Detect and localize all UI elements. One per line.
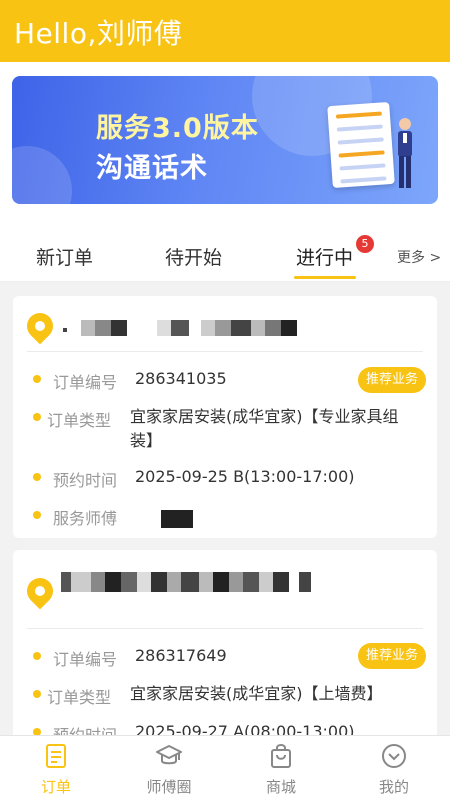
service-worker-label: 服务师傅: [53, 509, 118, 528]
order-type-value: 宜家家居安装(成华宜家)【上墙费】: [130, 684, 383, 703]
graduation-cap-icon: [156, 745, 182, 765]
banner-section: 服务3.0版本 沟通话术: [0, 62, 450, 230]
order-status-tabs: 新订单 待开始 进行中 更多 >: [0, 230, 450, 282]
bullet-dot: [33, 690, 41, 698]
greeting-title: Hello,刘师傅: [14, 17, 183, 50]
order-type-label: 订单类型: [47, 411, 112, 430]
card-divider: [27, 628, 423, 629]
order-type-value: 宜家家居安装(成华宜家)【专业家具组: [130, 407, 399, 426]
bullet-dot: [33, 511, 41, 519]
recommended-business-tag: 推荐业务: [358, 367, 427, 393]
banner-decoration: [12, 146, 72, 204]
redacted-address: [61, 572, 311, 592]
order-icon: [46, 744, 66, 768]
tabbar-item-orders[interactable]: 订单: [11, 736, 101, 800]
tab-new-orders[interactable]: 新订单: [36, 243, 93, 270]
tab-pending-start[interactable]: 待开始: [165, 243, 222, 270]
tabbar-label: 师傅圈: [146, 778, 192, 796]
order-type-label: 订单类型: [47, 688, 112, 707]
redacted-worker-name: [161, 510, 193, 528]
tabbar-item-master-circle[interactable]: 师傅圈: [124, 736, 214, 800]
order-number-value: 286317649: [135, 646, 227, 665]
person-illustration: [398, 118, 412, 188]
bullet-dot: [33, 375, 41, 383]
document-illustration: [327, 101, 395, 189]
active-tab-indicator: [294, 276, 356, 279]
tabbar-label: 订单: [40, 778, 71, 796]
banner-subheadline: 沟通话术: [96, 153, 208, 184]
order-card[interactable]: 订单编号 286341035 推荐业务 订单类型 宜家家居安装(成华宜家)【专业…: [13, 296, 437, 538]
appointment-time-label: 预约时间: [53, 471, 118, 490]
bottom-tab-bar: 订单 师傅圈 商城 我的: [0, 735, 450, 800]
bullet-dot: [33, 473, 41, 481]
order-card[interactable]: 订单编号 286317649 推荐业务 订单类型 宜家家居安装(成华宜家)【上墙…: [13, 550, 437, 750]
card-divider: [27, 351, 423, 352]
tabbar-label: 我的: [378, 778, 409, 796]
more-tabs-link[interactable]: 更多 >: [397, 247, 441, 267]
app-header: Hello,刘师傅: [0, 0, 450, 62]
shopping-bag-icon: [271, 744, 291, 768]
order-number-label: 订单编号: [53, 373, 118, 392]
tab-in-progress[interactable]: 进行中: [296, 243, 353, 270]
order-type-value-continued: 装】: [130, 431, 163, 450]
order-number-value: 286341035: [135, 369, 227, 388]
profile-icon: [382, 744, 406, 768]
appointment-time-value: 2025-09-25 B(13:00-17:00): [135, 467, 355, 486]
location-pin-icon: [21, 307, 59, 345]
promo-banner[interactable]: 服务3.0版本 沟通话术: [12, 76, 438, 204]
bullet-dot: [33, 413, 41, 421]
tabbar-item-mall[interactable]: 商城: [236, 736, 326, 800]
bullet-dot: [33, 652, 41, 660]
banner-headline: 服务3.0版本: [96, 113, 259, 144]
recommended-business-tag: 推荐业务: [358, 643, 427, 669]
order-number-label: 订单编号: [53, 650, 118, 669]
location-pin-icon: [21, 572, 59, 610]
tabbar-label: 商城: [265, 778, 296, 796]
redacted-address: [63, 320, 297, 336]
in-progress-count-badge: 5: [356, 235, 374, 253]
tabbar-item-mine[interactable]: 我的: [349, 736, 439, 800]
